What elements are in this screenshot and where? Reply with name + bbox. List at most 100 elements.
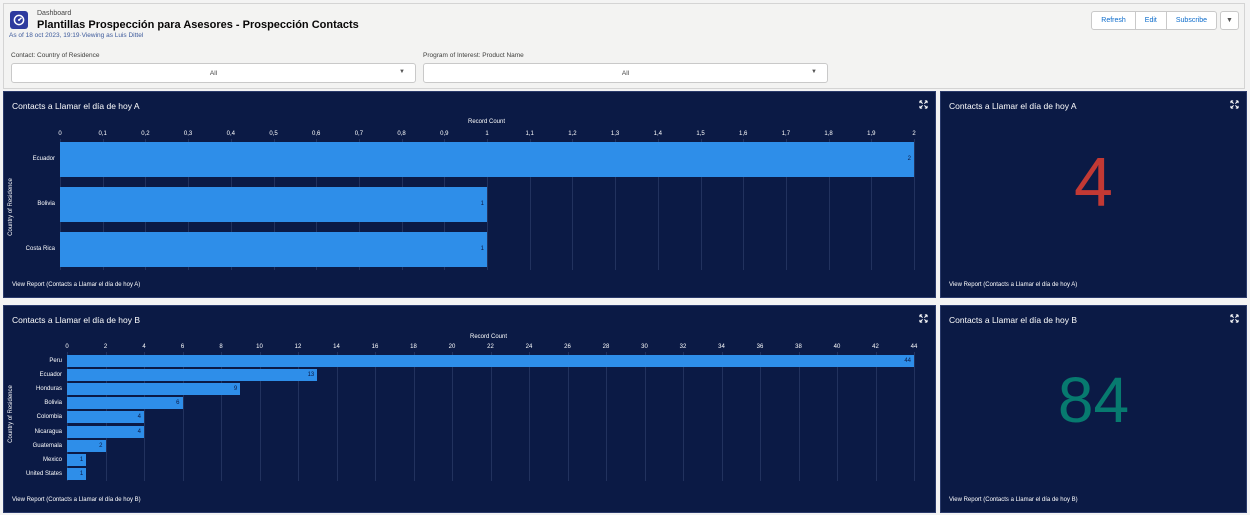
expand-icon[interactable] bbox=[919, 100, 928, 109]
panel-title: Contacts a Llamar el día de hoy A bbox=[12, 101, 140, 111]
breadcrumb: Dashboard bbox=[37, 10, 72, 17]
view-report-link[interactable]: View Report (Contacts a Llamar el día de… bbox=[12, 282, 140, 288]
x-tick-label: 44 bbox=[910, 344, 918, 350]
subscribe-button[interactable]: Subscribe bbox=[1165, 11, 1217, 30]
x-tick-label: 10 bbox=[256, 344, 263, 350]
y-category-label: Ecuador bbox=[32, 156, 55, 162]
panel-title: Contacts a Llamar el día de hoy A bbox=[949, 101, 1077, 111]
x-tick-label: 1,5 bbox=[696, 131, 705, 137]
chevron-down-icon: ▼ bbox=[399, 69, 405, 75]
bar[interactable] bbox=[67, 355, 914, 367]
gridline bbox=[683, 352, 684, 481]
x-tick-label: 16 bbox=[371, 344, 379, 350]
x-axis-title: Record Count bbox=[470, 334, 508, 340]
bar-value-label: 44 bbox=[904, 358, 911, 364]
y-category-label: Bolivia bbox=[44, 400, 62, 407]
x-tick-label: 1,4 bbox=[653, 131, 662, 137]
bar-value-label: 9 bbox=[233, 386, 238, 393]
gridline bbox=[798, 352, 800, 481]
gridline bbox=[452, 352, 453, 481]
x-tick-label: 8 bbox=[219, 344, 223, 350]
gridline bbox=[837, 352, 838, 481]
gridline bbox=[567, 352, 569, 481]
x-axis-title: Record Count bbox=[468, 119, 506, 125]
y-category-label: Guatemala bbox=[32, 442, 62, 449]
x-tick-label: 38 bbox=[795, 344, 802, 350]
view-report-link[interactable]: View Report (Contacts a Llamar el día de… bbox=[949, 497, 1078, 503]
bar[interactable] bbox=[60, 231, 487, 267]
filter-value-country: All bbox=[209, 69, 218, 77]
bar[interactable] bbox=[67, 453, 87, 466]
x-tick-label: 26 bbox=[564, 344, 571, 350]
x-tick-label: 0,3 bbox=[183, 131, 193, 137]
filter-label-country: Contact: Country of Residence bbox=[11, 52, 100, 59]
gridline bbox=[914, 139, 915, 270]
bar-value-label: 2 bbox=[99, 442, 103, 449]
filter-dropdown-program[interactable]: All ▼ bbox=[423, 63, 828, 83]
bar-value-label: 1 bbox=[480, 246, 484, 252]
x-tick-label: 1,3 bbox=[610, 131, 620, 137]
y-category-label: Costa Rica bbox=[25, 246, 55, 252]
x-tick-label: 0,8 bbox=[397, 131, 406, 137]
panel-title: Contacts a Llamar el día de hoy B bbox=[949, 315, 1078, 325]
refresh-button[interactable]: Refresh bbox=[1091, 11, 1136, 30]
gridline bbox=[336, 352, 338, 481]
chevron-down-icon: ▼ bbox=[1226, 17, 1233, 24]
x-tick-label: 34 bbox=[718, 344, 725, 350]
y-category-label: Honduras bbox=[35, 386, 62, 393]
metric-panel-a: Contacts a Llamar el día de hoy A 4 View… bbox=[940, 91, 1247, 298]
bar-value-label: 1 bbox=[79, 456, 84, 463]
expand-icon[interactable] bbox=[919, 314, 928, 323]
bar[interactable] bbox=[60, 186, 487, 222]
x-tick-label: 0,2 bbox=[141, 131, 150, 137]
x-tick-label: 0,1 bbox=[98, 131, 107, 137]
page-title: Plantillas Prospección para Asesores - P… bbox=[37, 19, 359, 31]
x-tick-label: 0 bbox=[65, 344, 69, 350]
x-tick-label: 0 bbox=[58, 131, 62, 137]
x-tick-label: 1,1 bbox=[525, 131, 534, 137]
x-tick-label: 40 bbox=[833, 344, 841, 350]
view-report-link[interactable]: View Report (Contacts a Llamar el día de… bbox=[12, 497, 141, 503]
bar[interactable] bbox=[67, 411, 144, 424]
bar-value-label: 6 bbox=[176, 400, 180, 407]
x-tick-label: 18 bbox=[410, 344, 417, 350]
chart-panel-a: Contacts a Llamar el día de hoy A Record… bbox=[3, 91, 936, 298]
bar-value-label: 13 bbox=[307, 372, 315, 379]
more-actions-button[interactable]: ▼ bbox=[1220, 11, 1239, 30]
filter-dropdown-country[interactable]: All ▼ bbox=[11, 63, 416, 83]
bar[interactable] bbox=[67, 383, 241, 396]
y-category-label: Peru bbox=[49, 358, 62, 364]
dashboard-header: Dashboard Plantillas Prospección para As… bbox=[3, 3, 1245, 89]
x-tick-label: 1,7 bbox=[781, 131, 791, 137]
view-report-link[interactable]: View Report (Contacts a Llamar el día de… bbox=[949, 282, 1077, 288]
bar[interactable] bbox=[60, 141, 914, 177]
bar[interactable] bbox=[67, 369, 318, 382]
expand-icon[interactable] bbox=[1230, 100, 1239, 109]
bar[interactable] bbox=[67, 425, 144, 438]
panel-title: Contacts a Llamar el día de hoy B bbox=[12, 315, 141, 325]
x-tick-label: 4 bbox=[142, 344, 146, 350]
y-category-label: Nicaragua bbox=[34, 428, 62, 435]
gridline bbox=[760, 352, 761, 481]
x-tick-label: 20 bbox=[448, 344, 456, 350]
gridline bbox=[529, 352, 530, 481]
x-tick-label: 0,4 bbox=[226, 131, 235, 137]
edit-button[interactable]: Edit bbox=[1134, 11, 1167, 30]
gridline bbox=[644, 352, 646, 481]
y-axis-title: Country of Residence bbox=[7, 385, 14, 443]
x-tick-label: 22 bbox=[487, 344, 494, 350]
bar[interactable] bbox=[67, 397, 183, 410]
bar-value-label: 1 bbox=[480, 201, 484, 207]
x-tick-label: 36 bbox=[756, 344, 764, 350]
x-tick-label: 0,7 bbox=[354, 131, 364, 137]
x-tick-label: 2 bbox=[912, 131, 916, 137]
bar[interactable] bbox=[67, 467, 87, 480]
x-tick-label: 42 bbox=[872, 344, 879, 350]
metric-value: 84 bbox=[1057, 364, 1130, 436]
x-tick-label: 0,6 bbox=[312, 131, 321, 137]
x-tick-label: 0,9 bbox=[440, 131, 449, 137]
expand-icon[interactable] bbox=[1230, 314, 1239, 323]
metric-panel-b: Contacts a Llamar el día de hoy B 84 Vie… bbox=[940, 305, 1247, 513]
bar-value-label: 4 bbox=[137, 414, 141, 421]
y-category-label: United States bbox=[25, 470, 62, 477]
